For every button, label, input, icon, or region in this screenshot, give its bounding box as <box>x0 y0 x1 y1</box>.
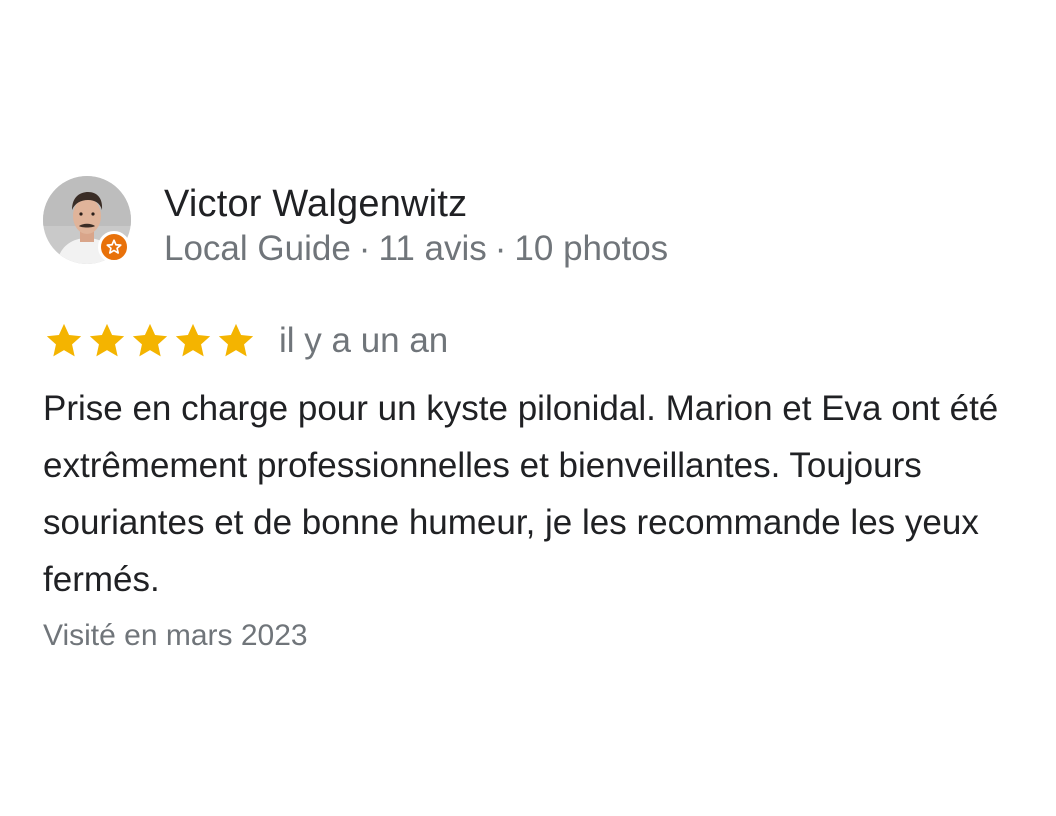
author-reviews-count: 11 avis <box>378 229 487 268</box>
meta-separator: · <box>494 229 507 268</box>
author-name[interactable]: Victor Walgenwitz <box>164 181 668 227</box>
review-header: Victor Walgenwitz Local Guide · 11 avis · 10… <box>43 176 1023 271</box>
rating-row: il y a un an <box>43 318 1023 364</box>
review-card: Victor Walgenwitz Local Guide · 11 avis · 10… <box>43 176 1023 656</box>
author-avatar[interactable] <box>43 176 131 264</box>
badge-star-icon <box>106 239 122 254</box>
star-icon <box>218 323 254 357</box>
visit-date: Visité en mars 2023 <box>43 619 308 652</box>
author-info: Victor Walgenwitz Local Guide · 11 avis · 10… <box>164 181 668 271</box>
star-icon <box>132 323 168 357</box>
star-icon <box>89 323 125 357</box>
review-time: il y a un an <box>279 321 449 360</box>
review-text: Prise en charge pour un kyste pilonidal.… <box>43 389 999 599</box>
star-rating <box>43 320 258 362</box>
star-icon <box>175 323 211 357</box>
author-photos-count: 10 photos <box>514 229 669 268</box>
author-level: Local Guide <box>164 229 351 268</box>
meta-separator: · <box>358 229 371 268</box>
author-meta: Local Guide · 11 avis · 10 photos <box>164 227 668 271</box>
local-guide-badge-icon <box>98 231 130 263</box>
star-icon <box>46 323 82 357</box>
